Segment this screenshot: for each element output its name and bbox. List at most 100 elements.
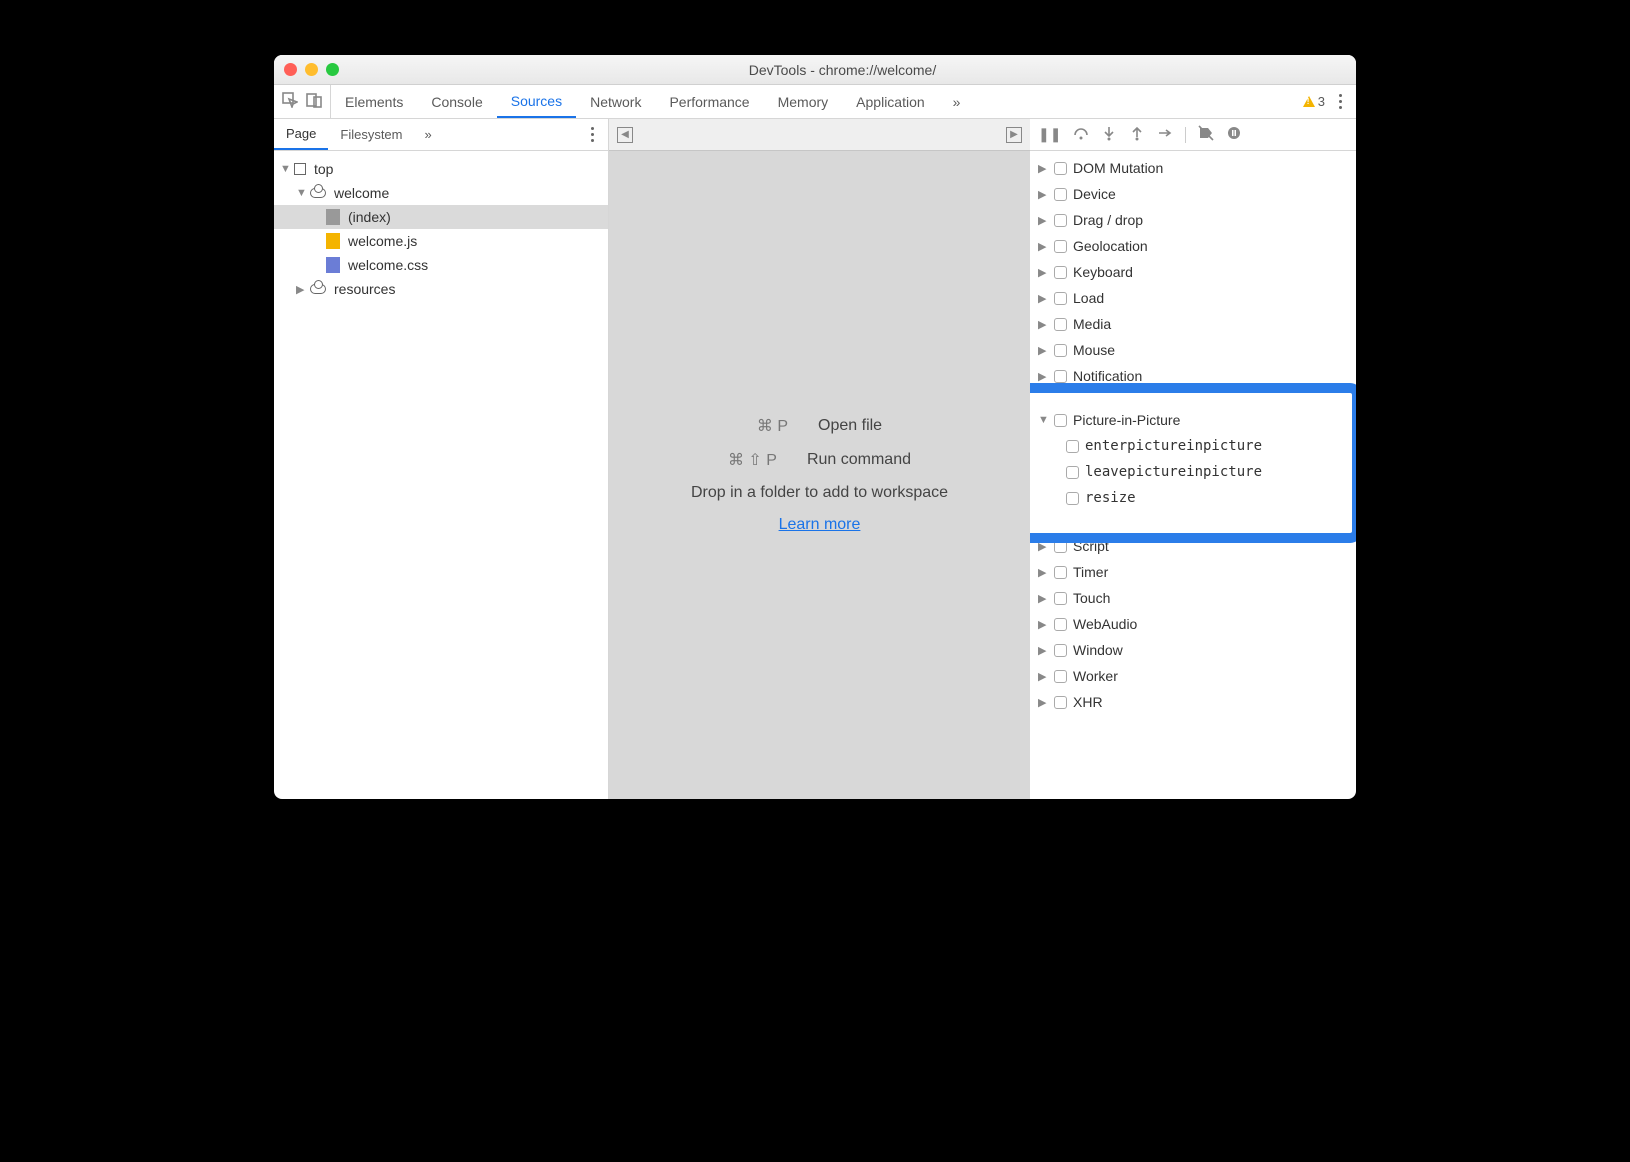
navigator-menu-icon[interactable]	[577, 123, 608, 146]
chevron-right-icon: ▶	[1038, 318, 1048, 331]
breakpoint-category[interactable]: ▶Drag / drop	[1030, 207, 1356, 233]
checkbox[interactable]	[1054, 292, 1067, 305]
checkbox[interactable]	[1066, 466, 1079, 479]
tree-file-welcome-css[interactable]: welcome.css	[274, 253, 608, 277]
chevron-right-icon: ▶	[1038, 344, 1048, 357]
panel-tabs: Elements Console Sources Network Perform…	[331, 85, 974, 118]
category-label: Touch	[1073, 590, 1110, 606]
close-window-button[interactable]	[284, 63, 297, 76]
navigator-tabs: Page Filesystem »	[274, 119, 608, 151]
pause-icon[interactable]: ❚❚	[1038, 126, 1061, 143]
tab-application[interactable]: Application	[842, 85, 939, 118]
settings-menu-icon[interactable]	[1335, 90, 1346, 113]
tree-frame-top[interactable]: ▼ top	[274, 157, 608, 181]
tree-file-index[interactable]: (index)	[274, 205, 608, 229]
breakpoint-category[interactable]: ▶Keyboard	[1030, 259, 1356, 285]
tree-domain-resources[interactable]: ▶ resources	[274, 277, 608, 301]
checkbox[interactable]	[1054, 592, 1067, 605]
breakpoint-category[interactable]: ▶Script	[1030, 533, 1356, 559]
checkbox[interactable]	[1054, 370, 1067, 383]
checkbox[interactable]	[1054, 162, 1067, 175]
tree-label: welcome.css	[348, 257, 428, 273]
deactivate-breakpoints-icon[interactable]	[1198, 125, 1214, 144]
inspect-element-icon[interactable]	[282, 92, 298, 111]
minimize-window-button[interactable]	[305, 63, 318, 76]
breakpoint-category[interactable]: ▶WebAudio	[1030, 611, 1356, 637]
checkbox[interactable]	[1054, 566, 1067, 579]
step-over-icon[interactable]	[1073, 125, 1089, 144]
category-label: Worker	[1073, 668, 1118, 684]
tab-network[interactable]: Network	[576, 85, 655, 118]
next-tab-icon[interactable]: ▶	[1006, 127, 1022, 143]
category-label: Timer	[1073, 564, 1108, 580]
chevron-down-icon: ▼	[1038, 414, 1048, 426]
checkbox[interactable]	[1054, 188, 1067, 201]
category-label: Notification	[1073, 368, 1142, 384]
breakpoint-category[interactable]: ▶ Timer	[1030, 559, 1356, 585]
device-toolbar-icon[interactable]	[306, 92, 322, 111]
checkbox[interactable]	[1054, 318, 1067, 331]
prev-tab-icon[interactable]: ◀	[617, 127, 633, 143]
step-into-icon[interactable]	[1101, 125, 1117, 144]
breakpoint-category[interactable]: ▶Geolocation	[1030, 233, 1356, 259]
titlebar: DevTools - chrome://welcome/	[274, 55, 1356, 85]
learn-more-link[interactable]: Learn more	[779, 516, 861, 534]
breakpoint-event[interactable]: resize	[1030, 485, 1356, 511]
warning-icon	[1303, 96, 1315, 107]
tab-sources[interactable]: Sources	[497, 85, 576, 118]
warnings-badge[interactable]: 3	[1303, 94, 1325, 109]
checkbox[interactable]	[1054, 696, 1067, 709]
breakpoint-event[interactable]: enterpictureinpicture	[1030, 433, 1356, 459]
step-out-icon[interactable]	[1129, 125, 1145, 144]
step-icon[interactable]	[1157, 125, 1173, 144]
breakpoint-category[interactable]: ▶Notification	[1030, 363, 1356, 389]
warnings-count: 3	[1318, 94, 1325, 109]
main-toolbar: Elements Console Sources Network Perform…	[274, 85, 1356, 119]
maximize-window-button[interactable]	[326, 63, 339, 76]
tab-console[interactable]: Console	[417, 85, 496, 118]
navigator-tabs-overflow[interactable]: »	[415, 127, 442, 142]
event-label: resize	[1085, 490, 1136, 506]
breakpoint-event[interactable]: leavepictureinpicture	[1030, 459, 1356, 485]
checkbox[interactable]	[1054, 644, 1067, 657]
breakpoint-category[interactable]: ▶Window	[1030, 637, 1356, 663]
breakpoint-category-pip[interactable]: ▼Picture-in-Picture	[1030, 407, 1356, 433]
category-label: Window	[1073, 642, 1123, 658]
checkbox[interactable]	[1054, 214, 1067, 227]
breakpoint-category[interactable]: ▶XHR	[1030, 689, 1356, 715]
editor-pane: ◀ ▶ ⌘ P Open file ⌘ ⇧ P Run command Drop…	[609, 119, 1030, 799]
tab-memory[interactable]: Memory	[764, 85, 843, 118]
cloud-icon	[310, 188, 326, 198]
checkbox[interactable]	[1054, 344, 1067, 357]
breakpoint-category[interactable]: ▶Worker	[1030, 663, 1356, 689]
chevron-right-icon: ▶	[1038, 618, 1048, 631]
pause-on-exceptions-icon[interactable]	[1226, 125, 1242, 144]
navigator-tab-page[interactable]: Page	[274, 119, 328, 150]
checkbox[interactable]	[1054, 540, 1067, 553]
tree-file-welcome-js[interactable]: welcome.js	[274, 229, 608, 253]
checkbox[interactable]	[1054, 266, 1067, 279]
checkbox[interactable]	[1054, 240, 1067, 253]
checkbox[interactable]	[1054, 414, 1067, 427]
breakpoint-category[interactable]: ▶DOM Mutation	[1030, 155, 1356, 181]
checkbox[interactable]	[1066, 440, 1079, 453]
breakpoint-category[interactable]: ▶Mouse	[1030, 337, 1356, 363]
breakpoint-category[interactable]: ▶Media	[1030, 311, 1356, 337]
tab-elements[interactable]: Elements	[331, 85, 417, 118]
checkbox[interactable]	[1054, 618, 1067, 631]
tab-performance[interactable]: Performance	[655, 85, 763, 118]
document-icon	[326, 209, 340, 225]
tabs-overflow[interactable]: »	[939, 85, 975, 118]
navigator-tab-filesystem[interactable]: Filesystem	[328, 119, 414, 150]
tree-domain-welcome[interactable]: ▼ welcome	[274, 181, 608, 205]
breakpoint-category[interactable]: ▶Load	[1030, 285, 1356, 311]
navigator-pane: Page Filesystem » ▼ top ▼ welcome	[274, 119, 609, 799]
checkbox[interactable]	[1066, 492, 1079, 505]
chevron-right-icon: ▶	[1038, 566, 1048, 579]
checkbox[interactable]	[1054, 670, 1067, 683]
cloud-icon	[310, 284, 326, 294]
tree-label: (index)	[348, 209, 391, 225]
category-label: Geolocation	[1073, 238, 1148, 254]
breakpoint-category[interactable]: ▶Device	[1030, 181, 1356, 207]
breakpoint-category[interactable]: ▶Touch	[1030, 585, 1356, 611]
